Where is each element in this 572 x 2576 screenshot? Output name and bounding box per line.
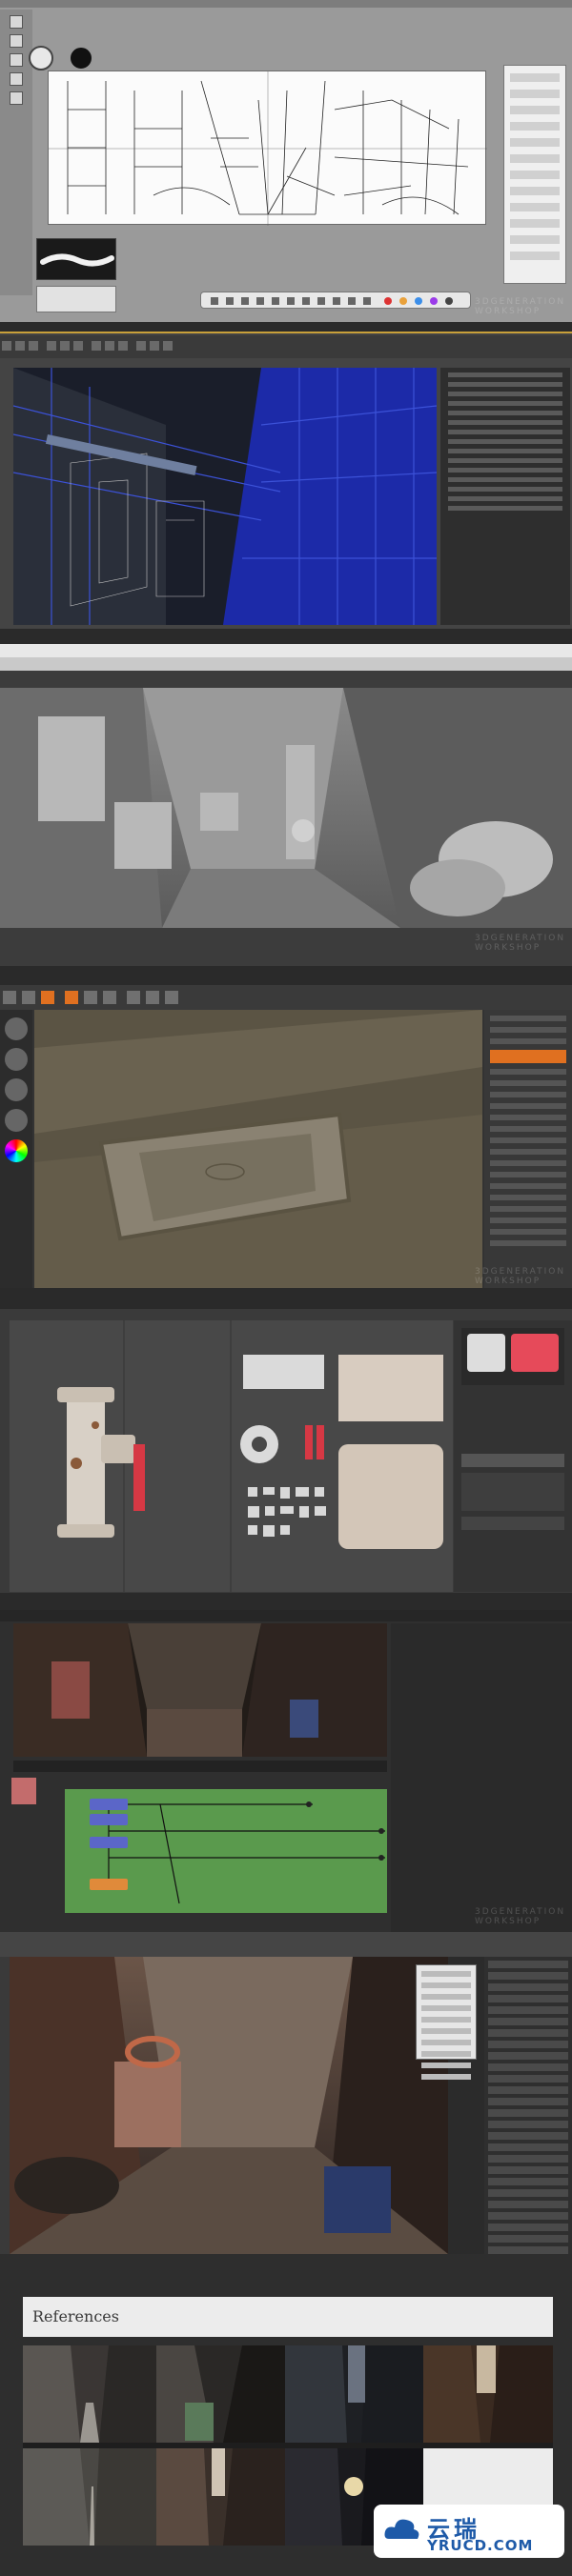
reference-photo	[23, 2448, 156, 2546]
timeline-bar[interactable]	[0, 629, 572, 644]
sketch-toolbar	[0, 10, 32, 295]
attribute-editor-panel	[440, 368, 570, 625]
references-title: References	[32, 2307, 119, 2325]
tool-icon[interactable]	[165, 991, 179, 1004]
layer-tool-icon[interactable]	[10, 91, 23, 105]
properties-panel	[391, 1623, 572, 1932]
reference-photo	[23, 2345, 156, 2443]
wireframe-viewport[interactable]	[12, 368, 438, 625]
tool-icon[interactable]	[103, 991, 117, 1004]
brush-icon[interactable]	[5, 1017, 28, 1040]
compositing-viewer[interactable]	[13, 1623, 387, 1757]
compositing-menu-bar[interactable]	[0, 1610, 572, 1621]
modeling-shelf	[0, 335, 572, 358]
brush-palette	[0, 1010, 32, 1288]
watermark-label: 3DGENERATION WORKSHOP	[475, 1907, 566, 1926]
node-graph[interactable]	[65, 1789, 387, 1913]
reference-photo	[423, 2345, 553, 2443]
brush-preview	[36, 238, 116, 280]
tool-icon[interactable]	[146, 991, 160, 1004]
tool-icon[interactable]	[41, 991, 54, 1004]
tool-icon[interactable]	[84, 991, 98, 1004]
watermark-label: 3DGENERATION WORKSHOP	[475, 934, 566, 953]
color-swatch-icon[interactable]	[29, 46, 53, 70]
cloud-logo-icon	[384, 2519, 419, 2539]
color-picker-icon[interactable]	[5, 1139, 28, 1162]
texture-layers-panel	[454, 1320, 572, 1592]
reference-photo	[285, 2345, 423, 2443]
tool-icon[interactable]	[65, 991, 79, 1004]
tool-icon[interactable]	[15, 341, 25, 351]
sculpt-viewport[interactable]	[34, 1010, 482, 1288]
texture-menu-bar[interactable]	[0, 1288, 572, 1309]
sculpt-app-screenshot: 3DGENERATION WORKSHOP	[0, 966, 572, 1288]
modeling-menu-bar[interactable]	[0, 322, 572, 333]
alpha-icon[interactable]	[5, 1078, 28, 1101]
tool-icon[interactable]	[118, 341, 129, 351]
clay-render-image	[0, 688, 572, 928]
tool-icon[interactable]	[150, 341, 160, 351]
viewer-info-bar	[13, 1761, 387, 1772]
texture-status-bar	[0, 1593, 572, 1610]
paint-toolbar	[0, 1957, 10, 2254]
tool-icon[interactable]	[136, 341, 147, 351]
alley-line-sketch	[49, 71, 487, 226]
tool-icon[interactable]	[127, 991, 141, 1004]
texture-viewport[interactable]	[10, 1320, 453, 1592]
color-swatch	[11, 1778, 36, 1804]
final-composite-image[interactable]	[10, 1957, 448, 2254]
tool-icon[interactable]	[22, 991, 35, 1004]
eraser-tool-icon[interactable]	[10, 53, 23, 67]
tool-icon[interactable]	[2, 341, 11, 351]
watermark-label: 3DGENERATION WORKSHOP	[475, 297, 566, 316]
tool-icon[interactable]	[29, 341, 38, 351]
tool-icon[interactable]	[3, 991, 16, 1004]
floating-panel	[416, 1964, 477, 2080]
paint-options-bar[interactable]	[0, 1932, 572, 1957]
sculpt-shelf	[0, 985, 572, 1010]
tool-icon[interactable]	[92, 341, 102, 351]
modeling-viewport-screenshot	[0, 322, 572, 644]
tool-icon[interactable]	[105, 341, 115, 351]
color-swatch-icon[interactable]	[69, 46, 93, 70]
paint-app-screenshot	[0, 1932, 572, 2254]
tool-icon[interactable]	[47, 341, 57, 351]
tool-icon[interactable]	[163, 341, 174, 351]
render-window-title-bar	[0, 644, 572, 657]
tool-icon[interactable]	[73, 341, 84, 351]
reference-photo	[156, 2345, 285, 2443]
brush-settings	[36, 286, 116, 312]
compositing-app-screenshot: 3DGENERATION WORKSHOP	[0, 1610, 572, 1932]
pencil-tool-icon[interactable]	[10, 34, 23, 48]
render-toolbar[interactable]	[0, 657, 572, 671]
quick-tool-dock[interactable]	[200, 292, 471, 309]
texture-app-screenshot	[0, 1288, 572, 1610]
material-icon[interactable]	[5, 1109, 28, 1132]
reference-photo	[156, 2448, 285, 2546]
sketch-app-screenshot: 3DGENERATION WORKSHOP	[0, 0, 572, 322]
brand-name-en: YRUCD.COM	[427, 2537, 534, 2554]
watermark-label: 3DGENERATION WORKSHOP	[475, 1267, 566, 1286]
layers-panel	[484, 1957, 572, 2254]
workflow-collage: 3DGENERATION WORKSHOP 3DGENERATION WORKS…	[0, 0, 572, 2576]
brush-tool-icon[interactable]	[10, 15, 23, 29]
sketch-title-bar	[0, 0, 572, 8]
tool-icon[interactable]	[60, 341, 71, 351]
references-header: References	[23, 2297, 553, 2337]
brand-watermark: 云瑞 YRUCD.COM	[374, 2505, 564, 2558]
sketch-properties-panel	[503, 65, 566, 284]
sketch-canvas[interactable]	[48, 70, 487, 226]
sculpt-tool-palette	[484, 1010, 572, 1288]
render-buffer-screenshot: 3DGENERATION WORKSHOP	[0, 644, 572, 966]
select-tool-icon[interactable]	[10, 72, 23, 86]
stroke-icon[interactable]	[5, 1048, 28, 1071]
sculpt-menu-bar[interactable]	[0, 966, 572, 985]
